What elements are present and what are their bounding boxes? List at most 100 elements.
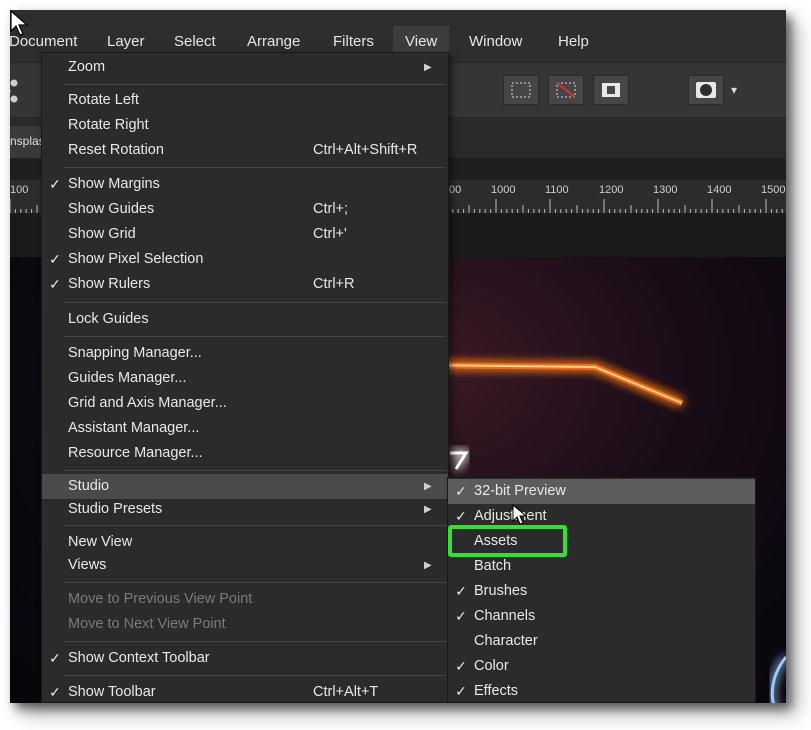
menu-item-show-guides[interactable]: Show Guides Ctrl+; [42,197,448,222]
menu-item-rotate-left[interactable]: Rotate Left [42,88,448,113]
submenu-arrow-icon: ▶ [424,481,432,492]
circle-mask-icon [696,82,716,98]
menu-item-label: Snapping Manager... [68,345,202,361]
studio-item-effects[interactable]: ✓ Effects [448,679,755,703]
menu-item-label: Adjustment [474,508,547,524]
ruler-label: 1400 [707,184,732,196]
check-icon: ✓ [455,483,467,499]
menu-item-grid-axis-manager[interactable]: Grid and Axis Manager... [42,391,448,416]
menu-item-label: Move to Previous View Point [68,591,253,607]
menu-item-new-view[interactable]: New View [42,530,448,555]
menu-item-assistant-manager[interactable]: Assistant Manager... [42,416,448,441]
mouse-pointer-icon [10,9,29,36]
menu-item-label: Views [68,557,107,573]
check-icon: ✓ [455,658,467,674]
ruler-label: 1500 [761,184,786,196]
menu-item-label: Reset Rotation [68,142,164,158]
menu-separator [64,167,446,168]
marquee-select-button[interactable] [503,75,539,105]
menu-item-reset-rotation[interactable]: Reset Rotation Ctrl+Alt+Shift+R [42,138,448,163]
invert-selection-button[interactable] [593,75,629,105]
menu-item-label: Show Rulers [68,276,151,292]
studio-item-assets[interactable]: Assets [448,529,755,554]
dropdown-arrow-icon[interactable]: ▾ [731,83,737,97]
menu-item-label: Effects [474,683,519,699]
menu-item-move-next-view-point: Move to Next View Point [42,612,448,637]
menu-item-label: Move to Next View Point [68,616,226,632]
menu-item-label: Show Margins [68,176,160,192]
ruler-label: 1000 [491,184,516,196]
menu-item-label: Channels [474,608,536,624]
menu-item-label: Studio [68,478,110,494]
menu-item-show-margins[interactable]: ✓ Show Margins [42,172,448,197]
menu-separator [64,470,446,471]
studio-item-adjustment[interactable]: ✓ Adjustment [448,504,755,529]
deselect-button[interactable] [548,75,584,105]
mouse-pointer-icon [512,504,528,525]
menu-item-label: Color [474,658,509,674]
submenu-arrow-icon: ▶ [424,504,432,515]
menu-item-show-rulers[interactable]: ✓ Show Rulers Ctrl+R [42,272,448,297]
menu-item-show-context-toolbar[interactable]: ✓ Show Context Toolbar [42,646,448,671]
menu-item-studio[interactable]: Studio ▶ [42,474,448,499]
menu-item-label: Assets [474,533,518,549]
ruler-label: 1300 [653,184,678,196]
menu-item-show-pixel-selection[interactable]: ✓ Show Pixel Selection [42,247,448,272]
menu-window[interactable]: Window [457,26,534,62]
menu-item-zoom[interactable]: Zoom ▶ [42,55,448,80]
menu-item-shortcut: Ctrl+; [313,201,349,217]
studio-item-channels[interactable]: ✓ Channels [448,604,755,629]
menu-item-shortcut: Ctrl+R [313,276,355,292]
check-icon: ✓ [49,251,61,267]
studio-item-brushes[interactable]: ✓ Brushes [448,579,755,604]
menu-item-move-previous-view-point: Move to Previous View Point [42,587,448,612]
menu-item-guides-manager[interactable]: Guides Manager... [42,366,448,391]
ruler-label: 1200 [599,184,624,196]
menu-item-show-grid[interactable]: Show Grid Ctrl+' [42,222,448,247]
view-menu: Zoom ▶ Rotate Left Rotate Right Reset Ro… [41,52,449,703]
studio-item-character[interactable]: Character [448,629,755,654]
menu-item-label: Show Toolbar [68,684,156,700]
check-icon: ✓ [49,650,61,666]
menu-help[interactable]: Help [546,26,601,62]
studio-item-batch[interactable]: Batch [448,554,755,579]
menu-item-label: New View [68,534,133,550]
menu-item-label: Show Pixel Selection [68,251,204,267]
menu-item-views[interactable]: Views ▶ [42,553,448,578]
ruler-label: 00 [449,184,462,196]
check-icon: ✓ [49,684,61,700]
mask-mode-button[interactable] [688,75,724,105]
menu-item-rotate-right[interactable]: Rotate Right [42,113,448,138]
studio-item-color[interactable]: ✓ Color [448,654,755,679]
menu-separator [64,641,446,642]
check-icon: ✓ [49,276,61,292]
menu-item-lock-guides[interactable]: Lock Guides [42,307,448,332]
menu-item-label: Batch [474,558,512,574]
menu-separator [64,675,446,676]
menu-item-snapping-manager[interactable]: Snapping Manager... [42,341,448,366]
menu-item-label: Studio Presets [68,501,163,517]
menu-item-studio-presets[interactable]: Studio Presets ▶ [42,497,448,522]
menu-item-label: Show Grid [68,226,136,242]
menu-item-label: Rotate Right [68,117,149,133]
submenu-arrow-icon: ▶ [424,62,432,73]
menu-item-show-toolbar[interactable]: ✓ Show Toolbar Ctrl+Alt+T [42,680,448,703]
menu-item-resource-manager[interactable]: Resource Manager... [42,441,448,466]
deselect-icon [556,82,576,98]
menu-item-label: Rotate Left [68,92,139,108]
menu-item-label: Grid and Axis Manager... [68,395,227,411]
menu-item-label: Assistant Manager... [68,420,200,436]
ruler-label: 100 [10,184,29,196]
menu-item-label: Resource Manager... [68,445,203,461]
menu-item-label: Show Guides [68,201,155,217]
node-tool-icon[interactable] [10,77,24,107]
check-icon: ✓ [49,176,61,192]
studio-item-32-bit-preview[interactable]: ✓ 32-bit Preview [448,479,755,504]
marquee-icon [511,82,531,98]
check-icon: ✓ [455,608,467,624]
invert-selection-icon [602,83,620,97]
app-window: Document Layer Select Arrange Filters Vi… [10,10,786,703]
menu-item-shortcut: Ctrl+Alt+Shift+R [313,142,418,158]
check-icon: ✓ [455,583,467,599]
submenu-arrow-icon: ▶ [424,560,432,571]
